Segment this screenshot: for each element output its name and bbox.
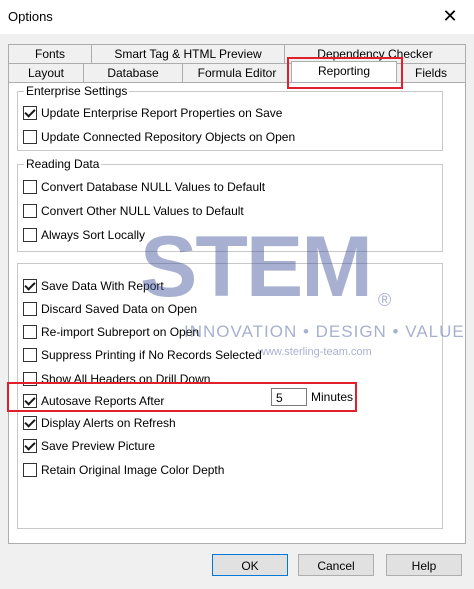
autosave-minutes-input[interactable]: 5 — [271, 388, 307, 406]
reading-data-title: Reading Data — [24, 157, 102, 171]
checkbox-label: Autosave Reports After — [41, 394, 165, 408]
tab-formula-editor[interactable]: Formula Editor — [182, 63, 292, 82]
enterprise-settings-group: Enterprise Settings Update Enterprise Re… — [17, 84, 443, 151]
checkbox-always-sort-locally[interactable]: Always Sort Locally — [23, 226, 145, 244]
close-icon[interactable]: ✕ — [438, 4, 462, 28]
checkbox-box[interactable] — [23, 180, 37, 194]
checkbox-box[interactable] — [23, 279, 37, 293]
tab-fields[interactable]: Fields — [396, 63, 466, 82]
checkbox-label: Convert Database NULL Values to Default — [41, 180, 266, 194]
title-bar: Options ✕ — [0, 0, 474, 34]
checkbox-box[interactable] — [23, 302, 37, 316]
checkbox-label: Suppress Printing if No Records Selected — [41, 348, 262, 362]
checkbox-box[interactable] — [23, 130, 37, 144]
checkbox-label: Convert Other NULL Values to Default — [41, 204, 244, 218]
checkbox-box[interactable] — [23, 348, 37, 362]
checkbox-convert-db-null[interactable]: Convert Database NULL Values to Default — [23, 178, 265, 196]
autosave-minutes-label: Minutes — [311, 390, 354, 404]
checkbox-box[interactable] — [23, 228, 37, 242]
checkbox-display-alerts[interactable]: Display Alerts on Refresh — [23, 414, 176, 432]
cancel-button[interactable]: Cancel — [298, 554, 374, 576]
checkbox-box[interactable] — [23, 463, 37, 477]
ok-button[interactable]: OK — [212, 554, 288, 576]
checkbox-box[interactable] — [23, 106, 37, 120]
checkbox-reimport-subreport[interactable]: Re-import Subreport on Open — [23, 323, 199, 341]
checkbox-convert-other-null[interactable]: Convert Other NULL Values to Default — [23, 202, 244, 220]
checkbox-label: Save Data With Report — [41, 279, 164, 293]
checkbox-label: Always Sort Locally — [41, 228, 146, 242]
checkbox-label: Show All Headers on Drill Down — [41, 372, 211, 386]
checkbox-box[interactable] — [23, 372, 37, 386]
checkbox-label: Display Alerts on Refresh — [41, 416, 176, 430]
checkbox-label: Update Connected Repository Objects on O… — [41, 130, 296, 144]
checkbox-retain-color-depth[interactable]: Retain Original Image Color Depth — [23, 461, 224, 479]
checkbox-discard-saved-data[interactable]: Discard Saved Data on Open — [23, 300, 197, 318]
checkbox-update-enterprise-properties[interactable]: Update Enterprise Report Properties on S… — [23, 104, 282, 122]
reading-data-group: Reading Data Convert Database NULL Value… — [17, 157, 443, 252]
checkbox-box[interactable] — [23, 204, 37, 218]
tab-database[interactable]: Database — [83, 63, 183, 82]
dialog-client: Fonts Smart Tag & HTML Preview Dependenc… — [0, 34, 474, 589]
checkbox-save-data-with-report[interactable]: Save Data With Report — [23, 277, 164, 295]
checkbox-label: Discard Saved Data on Open — [41, 302, 198, 316]
checkbox-save-preview-picture[interactable]: Save Preview Picture — [23, 437, 155, 455]
checkbox-box[interactable] — [23, 325, 37, 339]
tab-reporting[interactable]: Reporting — [291, 61, 397, 82]
general-options-group: Save Data With Report Discard Saved Data… — [17, 263, 443, 529]
checkbox-update-repository-objects[interactable]: Update Connected Repository Objects on O… — [23, 128, 295, 146]
tab-smart-tag[interactable]: Smart Tag & HTML Preview — [91, 44, 285, 63]
checkbox-box[interactable] — [23, 416, 37, 430]
tab-layout[interactable]: Layout — [8, 63, 84, 82]
checkbox-label: Re-import Subreport on Open — [41, 325, 200, 339]
checkbox-show-all-headers[interactable]: Show All Headers on Drill Down — [23, 370, 210, 388]
checkbox-autosave-reports[interactable]: Autosave Reports After — [23, 392, 164, 410]
checkbox-suppress-printing[interactable]: Suppress Printing if No Records Selected — [23, 346, 262, 364]
reporting-panel: Enterprise Settings Update Enterprise Re… — [8, 82, 466, 544]
help-button[interactable]: Help — [386, 554, 462, 576]
checkbox-box[interactable] — [23, 439, 37, 453]
checkbox-label: Retain Original Image Color Depth — [41, 463, 225, 477]
tab-fonts[interactable]: Fonts — [8, 44, 92, 63]
checkbox-box[interactable] — [23, 394, 37, 408]
window-title: Options — [8, 9, 53, 24]
checkbox-label: Save Preview Picture — [41, 439, 156, 453]
enterprise-settings-title: Enterprise Settings — [24, 84, 130, 98]
checkbox-label: Update Enterprise Report Properties on S… — [41, 106, 283, 120]
